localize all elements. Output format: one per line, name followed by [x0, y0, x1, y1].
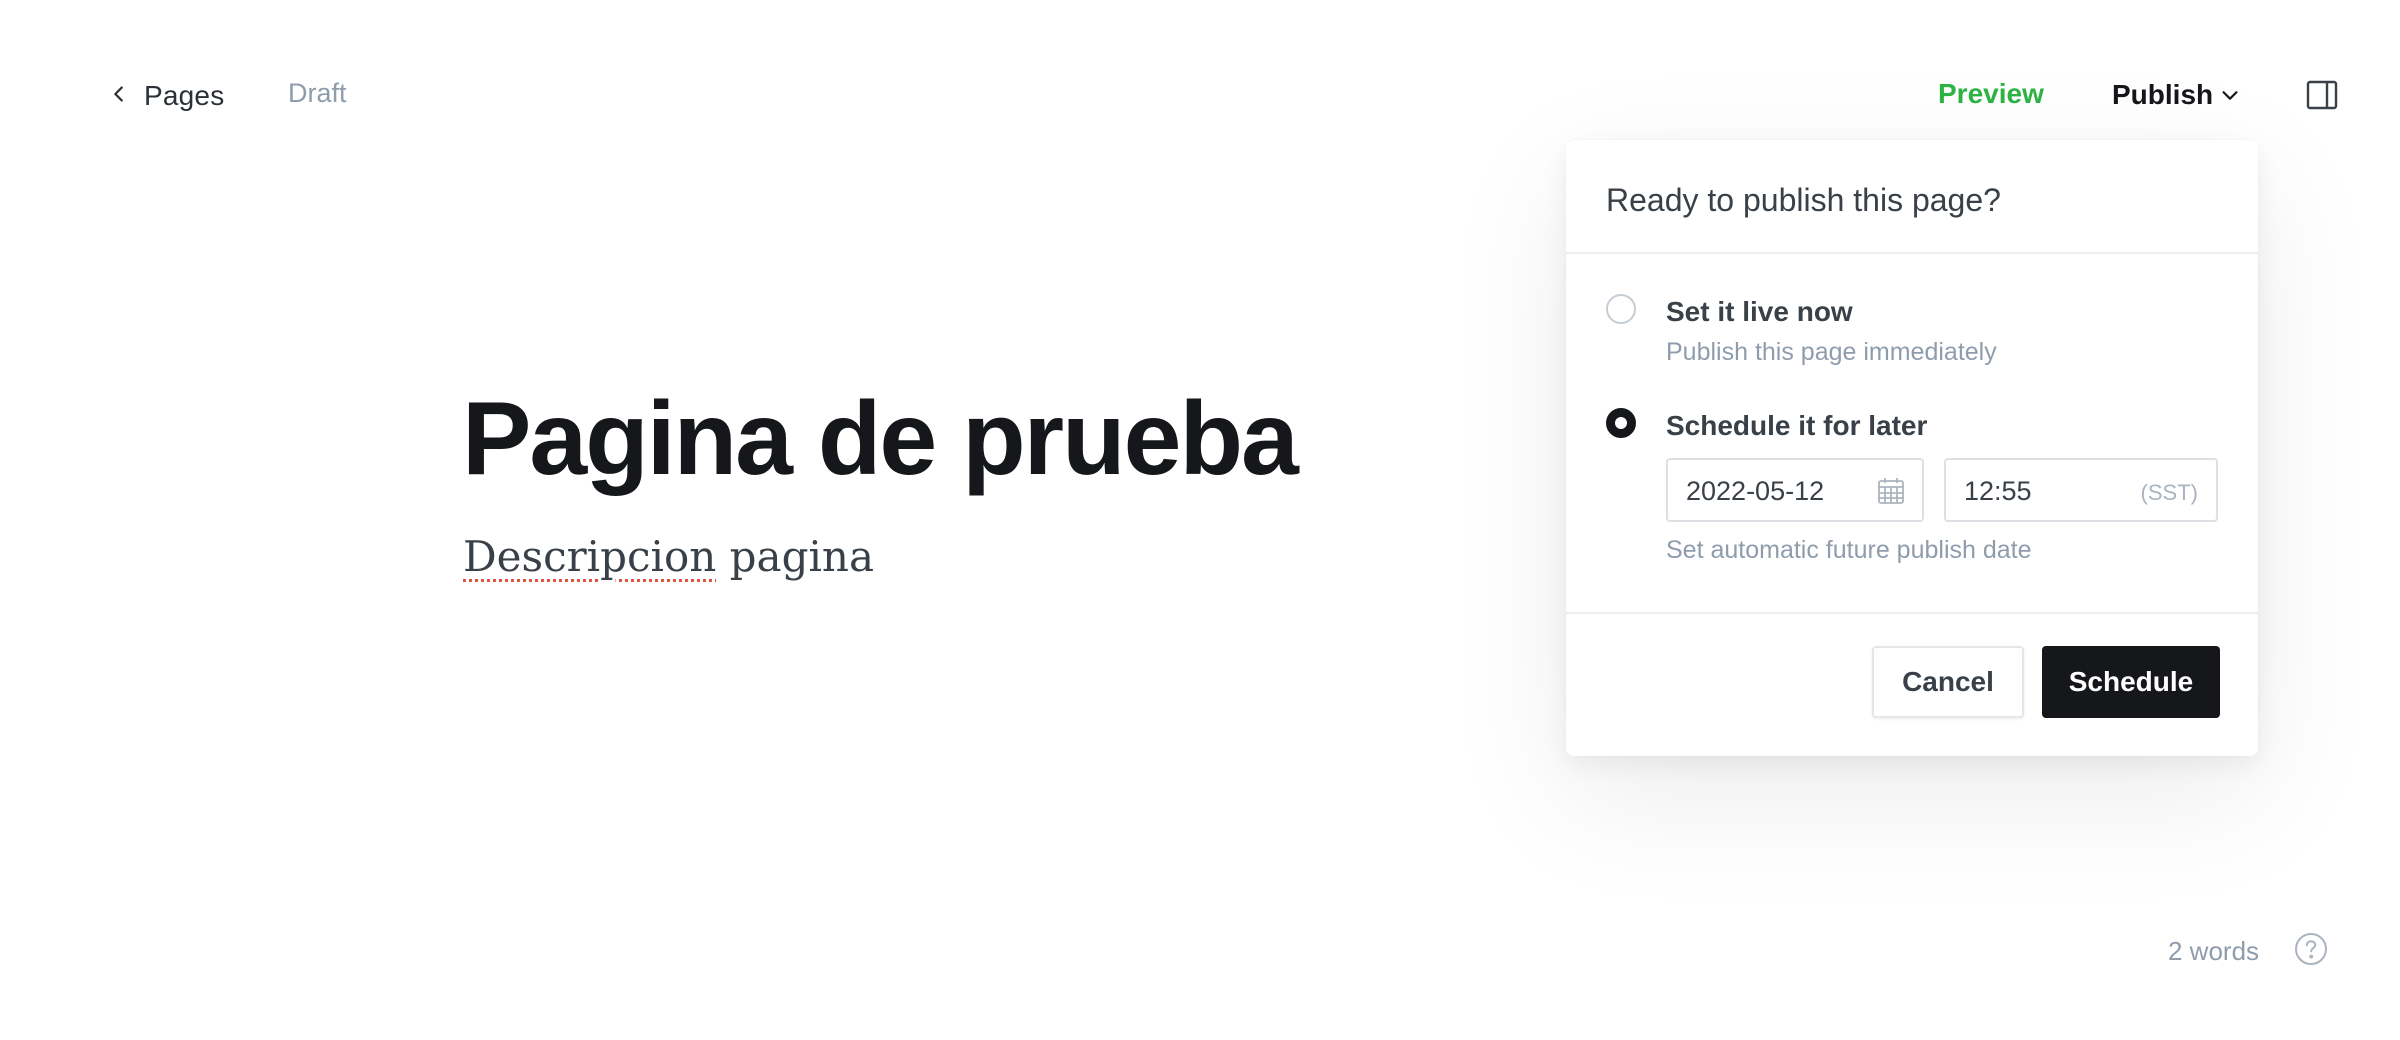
time-input[interactable]: 12:55 (SST)	[1944, 458, 2218, 522]
calendar-icon[interactable]	[1876, 476, 1906, 506]
misspelled-word: Descripcion	[463, 532, 717, 581]
cancel-button[interactable]: Cancel	[1872, 646, 2024, 718]
post-excerpt[interactable]: Descripcion pagina	[463, 532, 874, 581]
date-value: 2022-05-12	[1686, 476, 1825, 506]
publish-label: Publish	[2112, 78, 2214, 110]
editor-page: Pages Draft Preview Publish Pagina de pr…	[0, 0, 2400, 1040]
chevron-left-icon	[108, 83, 130, 110]
timezone-label: (SST)	[2140, 480, 2198, 505]
option-now-label[interactable]: Set it live now	[1666, 296, 1853, 328]
back-to-pages-link[interactable]: Pages	[108, 76, 224, 116]
time-value: 12:55	[1964, 476, 2032, 506]
post-title[interactable]: Pagina de prueba	[462, 380, 1299, 500]
popover-header: Ready to publish this page?	[1566, 140, 2258, 254]
excerpt-text: pagina	[716, 532, 874, 581]
back-label: Pages	[144, 80, 225, 111]
popover-title: Ready to publish this page?	[1606, 182, 2001, 218]
post-status: Draft	[288, 78, 347, 108]
preview-button[interactable]: Preview	[1938, 78, 2044, 110]
date-input[interactable]: 2022-05-12	[1666, 458, 1924, 522]
option-now-description: Publish this page immediately	[1666, 338, 1997, 366]
chevron-down-icon	[2219, 78, 2241, 111]
schedule-hint: Set automatic future publish date	[1666, 536, 2032, 564]
radio-schedule-later[interactable]	[1606, 408, 1636, 438]
sidebar-panel-icon[interactable]	[2306, 80, 2338, 110]
popover-divider	[1566, 612, 2258, 614]
option-later-label[interactable]: Schedule it for later	[1666, 410, 1927, 442]
publish-dropdown-button[interactable]: Publish	[2112, 78, 2241, 111]
schedule-button[interactable]: Schedule	[2042, 646, 2220, 718]
radio-set-live-now[interactable]	[1606, 294, 1636, 324]
publish-popover: Ready to publish this page? Set it live …	[1566, 140, 2258, 756]
word-count: 2 words	[2168, 936, 2260, 966]
question-circle-icon[interactable]	[2294, 932, 2328, 966]
